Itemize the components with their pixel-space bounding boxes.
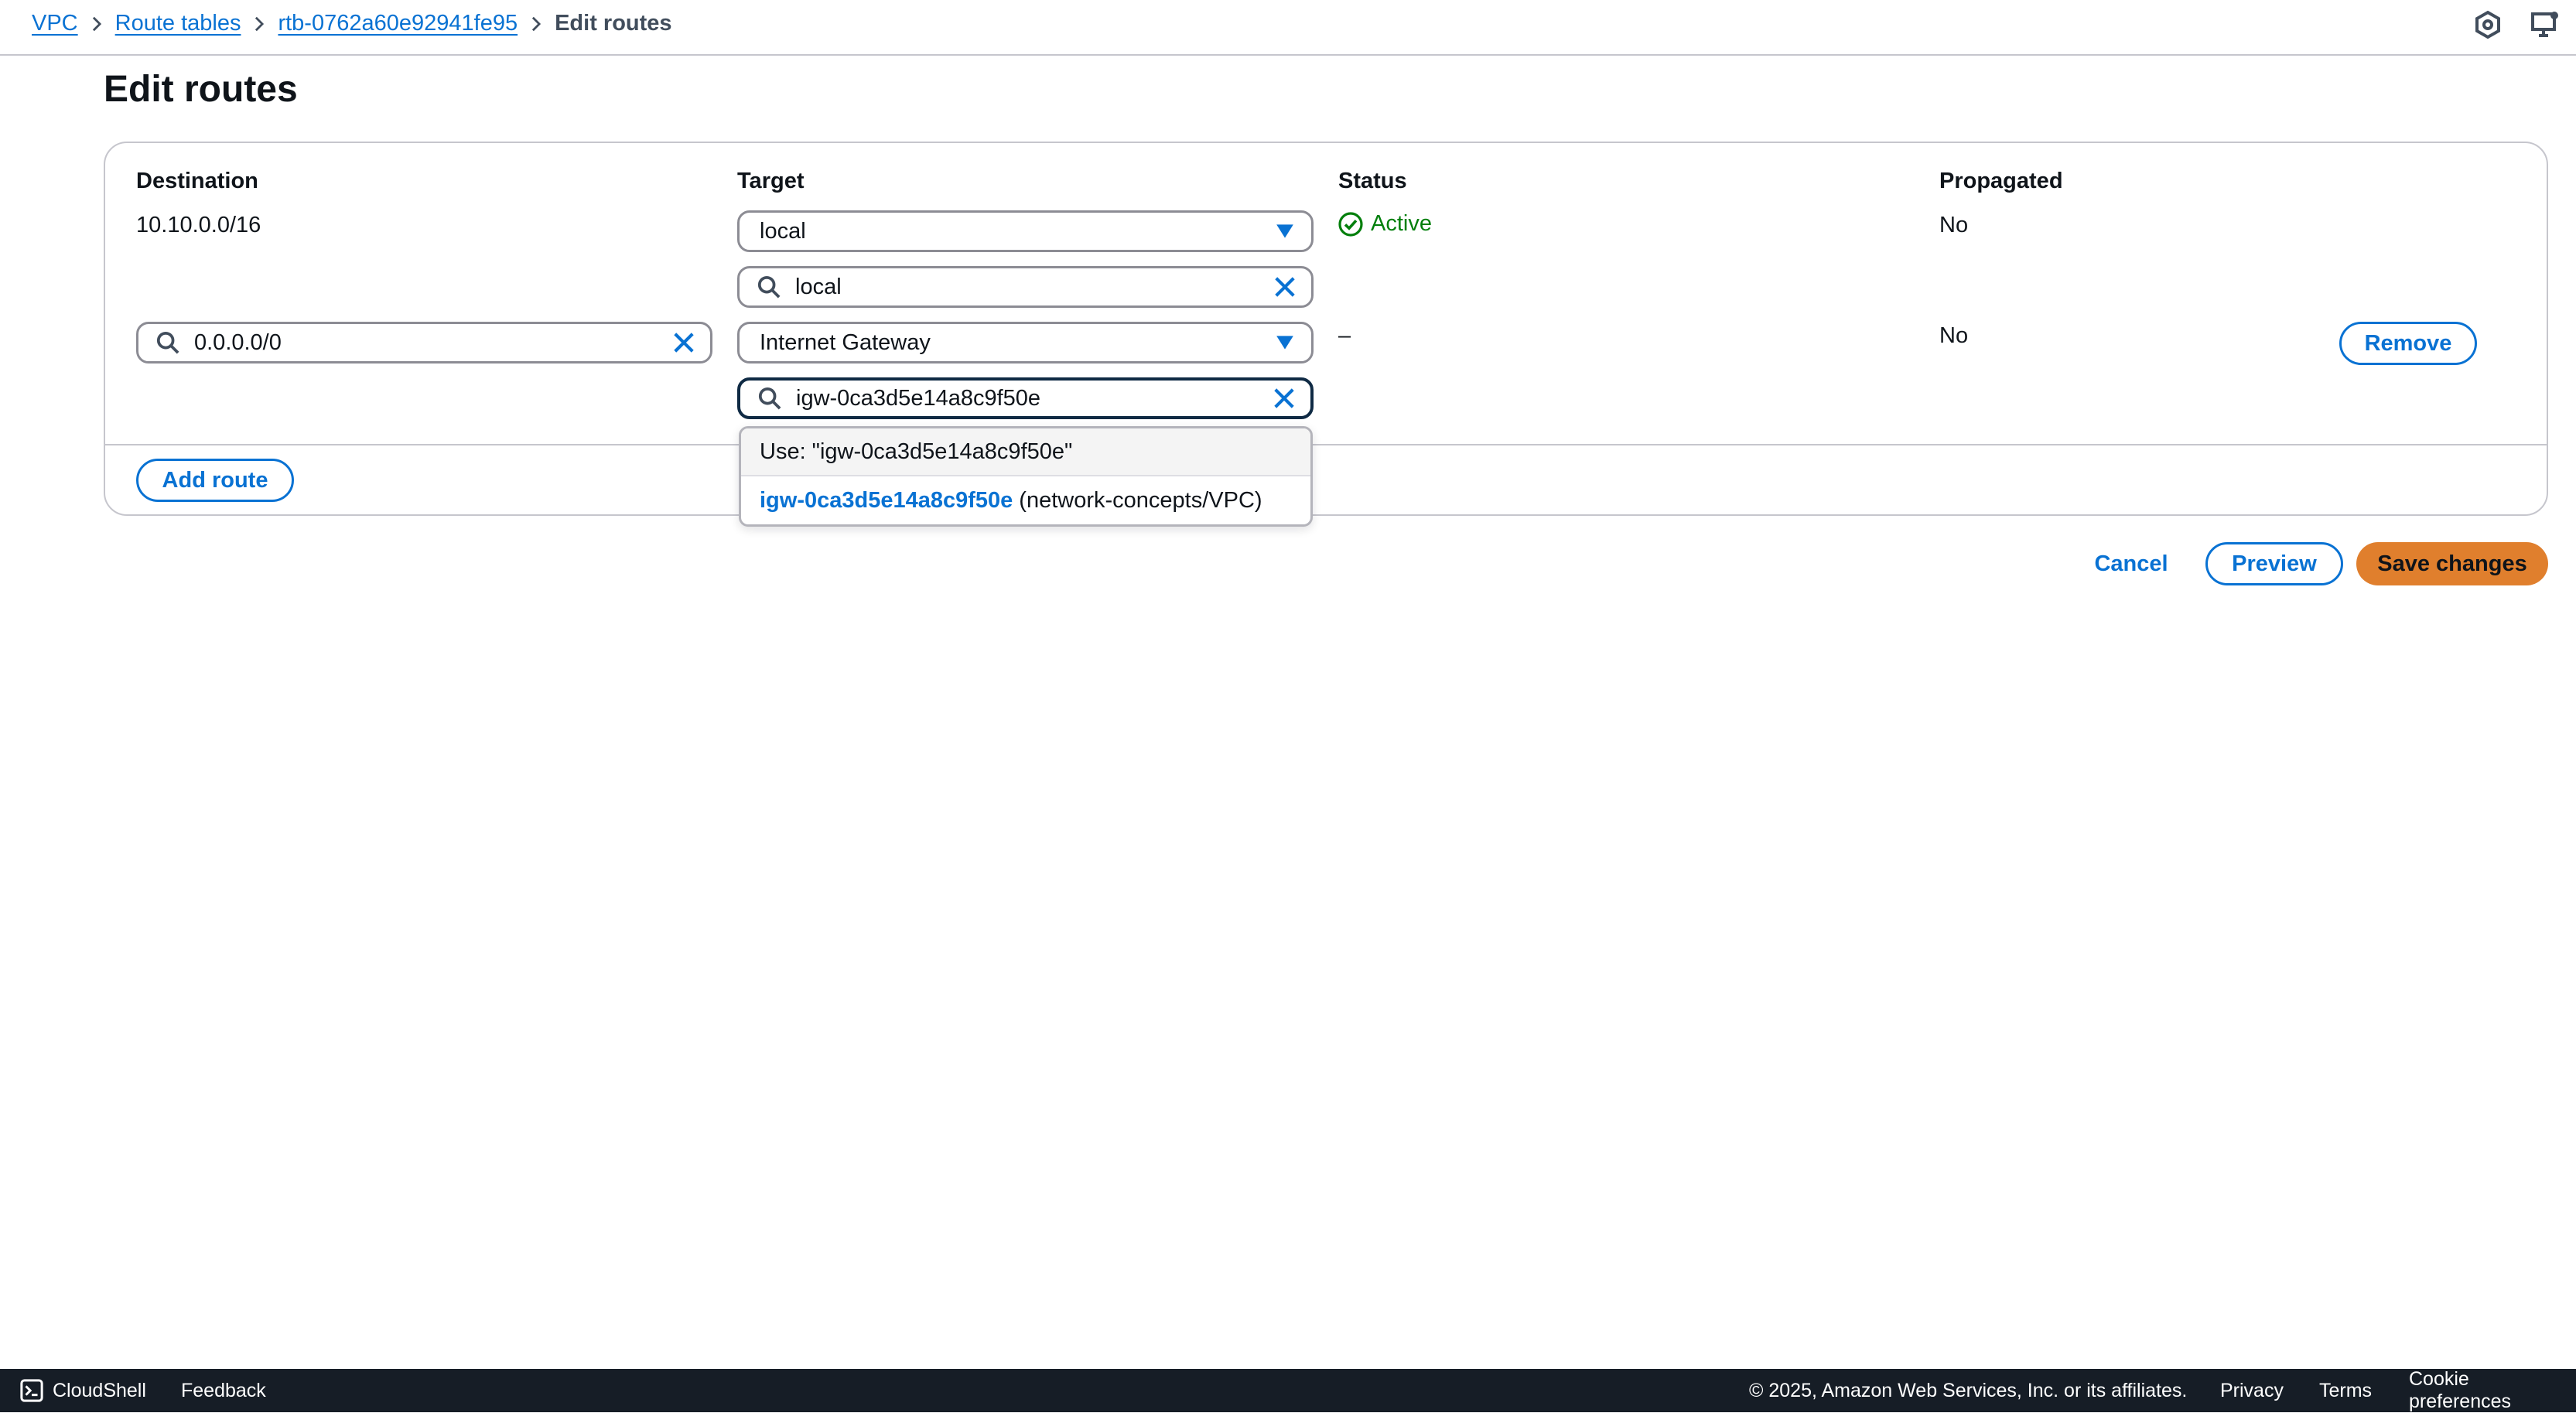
copyright-text: © 2025, Amazon Web Services, Inc. or its…: [1749, 1379, 2188, 1401]
clear-x-icon[interactable]: [668, 327, 699, 358]
divider: [105, 444, 2547, 445]
feedback-link[interactable]: Feedback: [181, 1369, 266, 1412]
search-icon: [754, 383, 785, 414]
settings-hexagon-icon[interactable]: [2472, 9, 2503, 40]
breadcrumb-route-table-id[interactable]: rtb-0762a60e92941fe95: [278, 11, 518, 36]
route-destination-text: 10.10.0.0/16: [136, 213, 261, 237]
chevron-right-icon: [78, 12, 115, 36]
target-search-value: igw-0ca3d5e14a8c9f50e: [796, 385, 1041, 411]
caret-down-icon: [1269, 216, 1300, 247]
caret-down-icon: [1269, 327, 1300, 358]
save-changes-button[interactable]: Save changes: [2356, 542, 2548, 585]
screen-notifications-icon[interactable]: [2530, 9, 2561, 40]
privacy-link[interactable]: Privacy: [2220, 1369, 2284, 1412]
page-title: Edit routes: [104, 69, 298, 110]
breadcrumb-route-tables[interactable]: Route tables: [115, 11, 241, 36]
target-type-value: local: [760, 218, 806, 244]
footer: CloudShell Feedback © 2025, Amazon Web S…: [0, 1368, 2576, 1412]
cloudshell-label: CloudShell: [53, 1379, 146, 1401]
target-search-input[interactable]: igw-0ca3d5e14a8c9f50e: [737, 377, 1314, 419]
status-text: Active: [1371, 211, 1432, 236]
cloudshell-button[interactable]: CloudShell: [20, 1369, 146, 1412]
target-dropdown: Use: "igw-0ca3d5e14a8c9f50e" igw-0ca3d5e…: [739, 426, 1313, 527]
dropdown-option-use-value[interactable]: Use: "igw-0ca3d5e14a8c9f50e": [741, 428, 1310, 476]
clear-x-icon[interactable]: [1269, 383, 1300, 414]
column-header-propagated: Propagated: [1939, 169, 2063, 193]
terms-link[interactable]: Terms: [2319, 1369, 2372, 1412]
search-icon: [753, 271, 784, 302]
status-text: –: [1338, 323, 1351, 348]
target-type-select[interactable]: Internet Gateway: [737, 322, 1314, 363]
target-type-value: Internet Gateway: [760, 329, 931, 355]
search-icon: [152, 327, 183, 358]
target-search-value: local: [795, 274, 842, 299]
chevron-right-icon: [241, 12, 278, 36]
propagated-text: No: [1939, 213, 1969, 237]
add-route-button[interactable]: Add route: [136, 459, 294, 502]
dropdown-option-igw[interactable]: igw-0ca3d5e14a8c9f50e (network-concepts/…: [741, 476, 1310, 524]
cloudshell-icon: [20, 1379, 43, 1402]
column-header-status: Status: [1338, 169, 1407, 193]
option-igw-id: igw-0ca3d5e14a8c9f50e: [760, 487, 1013, 513]
destination-input-value: 0.0.0.0/0: [194, 329, 282, 355]
chevron-right-icon: [518, 12, 555, 36]
option-igw-desc: (network-concepts/VPC): [1019, 487, 1262, 513]
cancel-button[interactable]: Cancel: [2081, 542, 2181, 585]
breadcrumb: VPC Route tables rtb-0762a60e92941fe95 E…: [32, 11, 672, 36]
breadcrumb-current: Edit routes: [555, 11, 672, 36]
top-bar: VPC Route tables rtb-0762a60e92941fe95 E…: [0, 0, 2576, 56]
clear-x-icon[interactable]: [1269, 271, 1300, 302]
status-success-icon: [1338, 211, 1363, 237]
column-header-target: Target: [737, 169, 805, 193]
destination-input[interactable]: 0.0.0.0/0: [136, 322, 712, 363]
propagated-text: No: [1939, 323, 1969, 348]
target-search-input[interactable]: local: [737, 266, 1314, 308]
preview-button[interactable]: Preview: [2205, 542, 2343, 585]
cookie-preferences-link[interactable]: Cookie preferences: [2409, 1368, 2576, 1412]
status-badge: Active: [1338, 211, 1432, 237]
remove-route-button[interactable]: Remove: [2339, 322, 2477, 365]
breadcrumb-vpc[interactable]: VPC: [32, 11, 78, 36]
column-header-destination: Destination: [136, 169, 258, 193]
target-type-select[interactable]: local: [737, 210, 1314, 252]
